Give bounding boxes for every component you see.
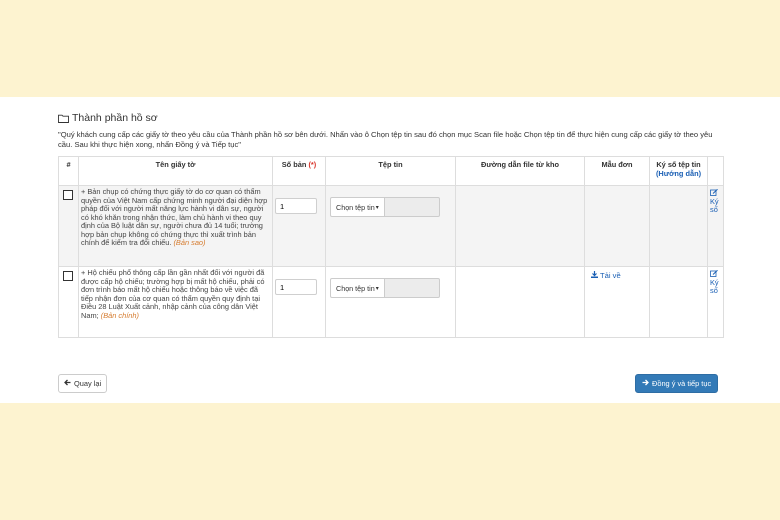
file-picker: Chọn tệp tin ▾ [330, 278, 453, 298]
scan-path-cell [455, 185, 585, 267]
row-checkbox-cell [58, 185, 79, 267]
header-index: # [58, 156, 79, 186]
download-template-link[interactable]: Tải về [591, 271, 647, 280]
copies-cell [272, 266, 326, 338]
file-name-box [384, 197, 440, 217]
sign-link[interactable]: Ký số [710, 269, 721, 295]
download-icon [591, 271, 598, 280]
table-row: + Hộ chiếu phổ thông cấp lần gần nhất đố… [58, 266, 724, 338]
documents-table: # Tên giấy tờ Số bản (*) Tệp tin Đường d… [58, 156, 724, 338]
actions-cell: Ký số [707, 185, 724, 267]
header-scan-path: Đường dẫn file từ kho [455, 156, 585, 186]
header-document-name: Tên giấy tờ [78, 156, 273, 186]
folder-icon [58, 114, 69, 123]
header-sign-label: Ký số tệp tin [656, 160, 701, 169]
caret-down-icon: ▾ [375, 285, 379, 292]
back-button[interactable]: Quay lại [58, 374, 108, 393]
header-sign: Ký số tệp tin (Hướng dẫn) [649, 156, 708, 186]
header-file: Tệp tin [325, 156, 456, 186]
copies-cell [272, 185, 326, 267]
choose-file-button[interactable]: Chọn tệp tin ▾ [330, 278, 385, 298]
header-copies: Số bản (*) [272, 156, 326, 186]
sign-guide-link[interactable]: (Hướng dẫn) [656, 169, 701, 178]
document-description-cell: + Bản chụp có chứng thực giấy tờ do cơ q… [78, 185, 273, 267]
caret-down-icon: ▾ [375, 204, 379, 211]
section-title: Thành phần hồ sơ [72, 112, 158, 124]
row-checkbox-cell [58, 266, 79, 338]
file-cell: Chọn tệp tin ▾ [325, 266, 456, 338]
download-label: Tải về [600, 271, 621, 280]
sign-cell [649, 185, 708, 267]
copies-input[interactable] [275, 198, 317, 214]
arrow-right-icon [642, 379, 649, 388]
back-label: Quay lại [74, 379, 102, 388]
agree-continue-button[interactable]: Đồng ý và tiếp tục [635, 374, 719, 393]
header-actions [707, 156, 724, 186]
document-description-cell: + Hộ chiếu phổ thông cấp lần gần nhất đố… [78, 266, 273, 338]
file-picker: Chọn tệp tin ▾ [330, 197, 453, 217]
required-marker: (*) [308, 160, 317, 169]
file-name-box [384, 278, 440, 298]
file-cell: Chọn tệp tin ▾ [325, 185, 456, 267]
agree-label: Đồng ý và tiếp tục [652, 379, 712, 388]
copies-input[interactable] [275, 279, 317, 295]
table-header-row: # Tên giấy tờ Số bản (*) Tệp tin Đường d… [58, 156, 724, 186]
table-row: + Bản chụp có chứng thực giấy tờ do cơ q… [58, 185, 724, 267]
scan-path-cell [455, 266, 585, 338]
choose-file-button[interactable]: Chọn tệp tin ▾ [330, 197, 385, 217]
document-note: (Bản sao) [173, 238, 206, 247]
actions-cell: Ký số [707, 266, 724, 338]
section-header: Thành phần hồ sơ [58, 112, 158, 124]
sign-label: Ký số [710, 278, 719, 295]
template-cell: Tải về [584, 266, 650, 338]
sign-link[interactable]: Ký số [710, 188, 721, 214]
template-cell [584, 185, 650, 267]
choose-file-label: Chọn tệp tin [336, 202, 375, 212]
header-copies-label: Số bản [281, 160, 307, 169]
arrow-left-icon [64, 379, 71, 388]
instructions-text: "Quý khách cung cấp các giấy tờ theo yêu… [58, 130, 713, 149]
row-checkbox[interactable] [63, 190, 73, 200]
row-checkbox[interactable] [63, 271, 73, 281]
document-note: (Bản chính) [100, 310, 139, 320]
choose-file-label: Chọn tệp tin [336, 283, 375, 293]
header-template: Mẫu đơn [584, 156, 650, 186]
sign-label: Ký số [710, 197, 719, 214]
sign-cell [649, 266, 708, 338]
